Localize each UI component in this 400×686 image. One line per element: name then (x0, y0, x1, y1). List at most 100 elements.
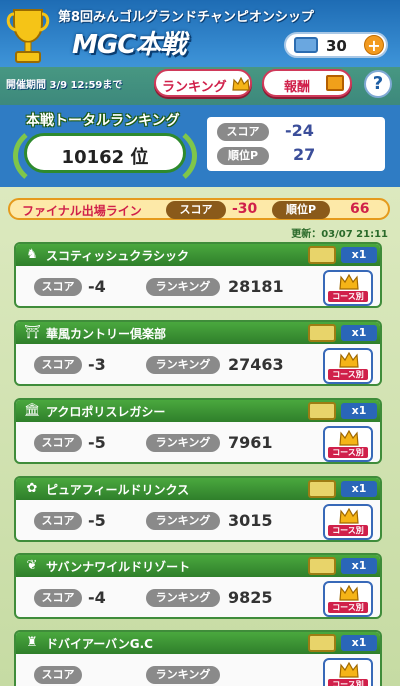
course-button-label: コース別 (328, 602, 368, 613)
multiplier-badge: x1 (341, 635, 377, 651)
event-period: 開催期間 3/9 12:59まで (6, 80, 123, 91)
leaf-icon: ❦ (26, 558, 38, 573)
total-ranking-panel: 本戦トータルランキング 10162 位 スコア -24 順位P 27 (0, 105, 400, 187)
total-stats: スコア -24 順位P 27 (207, 117, 385, 171)
course-card-header: ⛩ 華風カントリー倶楽部 x1 (16, 322, 380, 344)
course-name: ピュアフィールドリンクス (46, 483, 190, 497)
reward-button-label: 報酬 (284, 80, 311, 95)
event-subtitle: 第8回みんゴルグランドチャンピオンシップ (58, 10, 314, 25)
help-button[interactable]: ? (364, 70, 392, 98)
crown-icon (232, 77, 250, 91)
course-score: -3 (88, 355, 106, 374)
ticket-counter: 30 + (284, 32, 388, 58)
course-name: サバンナワイルドリゾート (46, 560, 191, 574)
multiplier-badge: x1 (341, 325, 377, 341)
temple-icon: 🏛 (24, 403, 41, 418)
total-points-value: 27 (293, 145, 316, 164)
ranking-button[interactable]: ランキング (154, 69, 252, 97)
trophy-icon (6, 9, 50, 63)
course-card-header: ❦ サバンナワイルドリゾート x1 (16, 555, 380, 577)
ranking-label: ランキング (146, 666, 220, 684)
course-card-header: ✿ ピュアフィールドリンクス x1 (16, 478, 380, 500)
ranking-label: ランキング (146, 512, 220, 530)
course-ranking: 28181 (228, 277, 284, 296)
course-card[interactable]: ✿ ピュアフィールドリンクス x1 スコア -5 ランキング 3015 コース別 (14, 476, 382, 542)
course-ranking-button[interactable]: コース別 (323, 348, 373, 384)
ticket-icon (308, 480, 336, 498)
crown-icon (339, 352, 359, 368)
score-label: スコア (34, 434, 82, 452)
course-name: 華風カントリー倶楽部 (46, 327, 167, 341)
course-button-label: コース別 (328, 525, 368, 536)
final-points-value: 66 (350, 201, 370, 217)
course-ranking-button[interactable]: コース別 (323, 270, 373, 306)
course-score: -5 (88, 511, 106, 530)
page-title: MGC本戦 (72, 30, 186, 60)
course-card[interactable]: ❦ サバンナワイルドリゾート x1 スコア -4 ランキング 9825 コース別 (14, 553, 382, 619)
multiplier-badge: x1 (341, 481, 377, 497)
crown-icon (339, 430, 359, 446)
ticket-icon (308, 246, 336, 264)
multiplier-badge: x1 (341, 403, 377, 419)
tower-icon: ♜ (26, 635, 38, 650)
score-label: スコア (34, 356, 82, 374)
course-button-label: コース別 (328, 369, 368, 380)
final-points-label: 順位P (272, 201, 330, 219)
course-button-label: コース別 (328, 679, 368, 686)
updated-timestamp: 更新：03/07 21:11 (291, 229, 388, 240)
course-name: ドバイアーバンG.C (46, 637, 153, 651)
ranking-label: ランキング (146, 434, 220, 452)
score-label: スコア (34, 512, 82, 530)
score-label: スコア (34, 666, 82, 684)
course-card[interactable]: 🏛 アクロポリスレガシー x1 スコア -5 ランキング 7961 コース別 (14, 398, 382, 464)
score-label: スコア (34, 589, 82, 607)
course-card[interactable]: ⛩ 華風カントリー倶楽部 x1 スコア -3 ランキング 27463 コース別 (14, 320, 382, 386)
ranking-label: ランキング (146, 356, 220, 374)
course-ranking-button[interactable]: コース別 (323, 658, 373, 686)
total-rank-value: 10162 位 (24, 133, 186, 173)
horse-icon: ♞ (26, 247, 38, 262)
course-card-header: 🏛 アクロポリスレガシー x1 (16, 400, 380, 422)
score-label: スコア (34, 278, 82, 296)
course-score: -4 (88, 277, 106, 296)
course-ranking: 3015 (228, 511, 273, 530)
course-card[interactable]: ♜ ドバイアーバンG.C x1 スコア ランキング コース別 (14, 630, 382, 686)
ranking-label: ランキング (146, 278, 220, 296)
pagoda-icon: ⛩ (24, 325, 41, 340)
course-ranking-button[interactable]: コース別 (323, 426, 373, 462)
total-score-value: -24 (285, 121, 314, 140)
add-ticket-button[interactable]: + (364, 35, 384, 55)
ticket-icon (294, 37, 318, 53)
ticket-icon (308, 634, 336, 652)
course-name: アクロポリスレガシー (46, 405, 166, 419)
course-score: -5 (88, 433, 106, 452)
crown-icon (339, 662, 359, 678)
header: 第8回みんゴルグランドチャンピオンシップ MGC本戦 30 + 開催期間 3/9… (0, 0, 400, 105)
final-score-label: スコア (166, 201, 226, 219)
ticket-icon (308, 402, 336, 420)
course-ranking: 7961 (228, 433, 273, 452)
crown-icon (339, 274, 359, 290)
reward-button[interactable]: 報酬 (262, 69, 352, 97)
total-ranking-label: 本戦トータルランキング (26, 113, 180, 129)
crown-icon (339, 508, 359, 524)
course-card[interactable]: ♞ スコティッシュクラシック x1 スコア -4 ランキング 28181 コース… (14, 242, 382, 308)
course-list[interactable]: ファイナル出場ライン スコア -30 順位P 66 更新：03/07 21:11… (0, 187, 400, 686)
course-ranking-button[interactable]: コース別 (323, 581, 373, 617)
flower-icon: ✿ (26, 481, 38, 496)
course-card-header: ♜ ドバイアーバンG.C x1 (16, 632, 380, 654)
course-ranking: 27463 (228, 355, 284, 374)
course-ranking: 9825 (228, 588, 273, 607)
ticket-count: 30 (326, 37, 347, 55)
total-rank-text: 10162 位 (61, 147, 149, 168)
ranking-button-label: ランキング (162, 80, 227, 95)
course-button-label: コース別 (328, 447, 368, 458)
course-button-label: コース別 (328, 291, 368, 302)
ticket-icon (308, 557, 336, 575)
multiplier-badge: x1 (341, 558, 377, 574)
course-ranking-button[interactable]: コース別 (323, 504, 373, 540)
course-name: スコティッシュクラシック (46, 249, 190, 263)
ranking-label: ランキング (146, 589, 220, 607)
course-score: -4 (88, 588, 106, 607)
total-points-label: 順位P (217, 147, 269, 165)
